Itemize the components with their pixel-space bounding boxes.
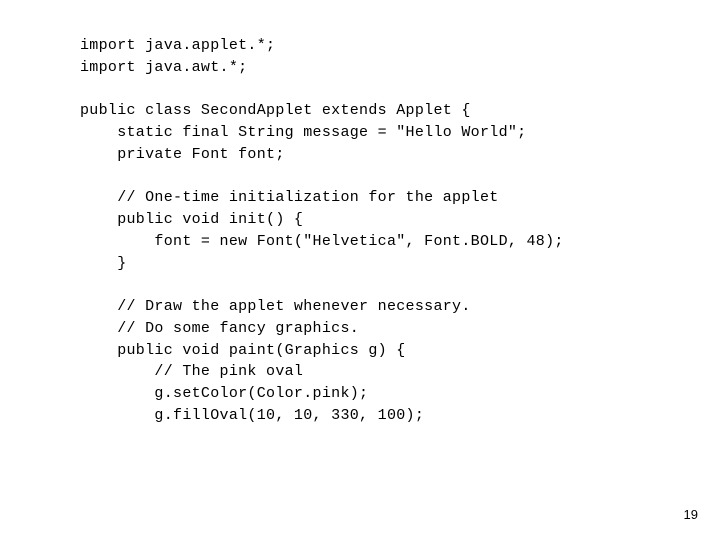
code-line: }: [80, 255, 127, 272]
code-line: font = new Font("Helvetica", Font.BOLD, …: [80, 233, 564, 250]
code-line: public class SecondApplet extends Applet…: [80, 102, 471, 119]
code-line: static final String message = "Hello Wor…: [80, 124, 526, 141]
code-line: public void paint(Graphics g) {: [80, 342, 406, 359]
code-line: private Font font;: [80, 146, 285, 163]
code-line: // The pink oval: [80, 363, 303, 380]
code-line: // Do some fancy graphics.: [80, 320, 359, 337]
code-line: import java.applet.*;: [80, 37, 275, 54]
code-line: public void init() {: [80, 211, 303, 228]
code-listing: import java.applet.*; import java.awt.*;…: [80, 35, 564, 427]
code-line: import java.awt.*;: [80, 59, 247, 76]
code-line: g.fillOval(10, 10, 330, 100);: [80, 407, 424, 424]
page-number: 19: [684, 507, 698, 522]
code-line: // Draw the applet whenever necessary.: [80, 298, 471, 315]
code-line: // One-time initialization for the apple…: [80, 189, 499, 206]
code-line: g.setColor(Color.pink);: [80, 385, 368, 402]
